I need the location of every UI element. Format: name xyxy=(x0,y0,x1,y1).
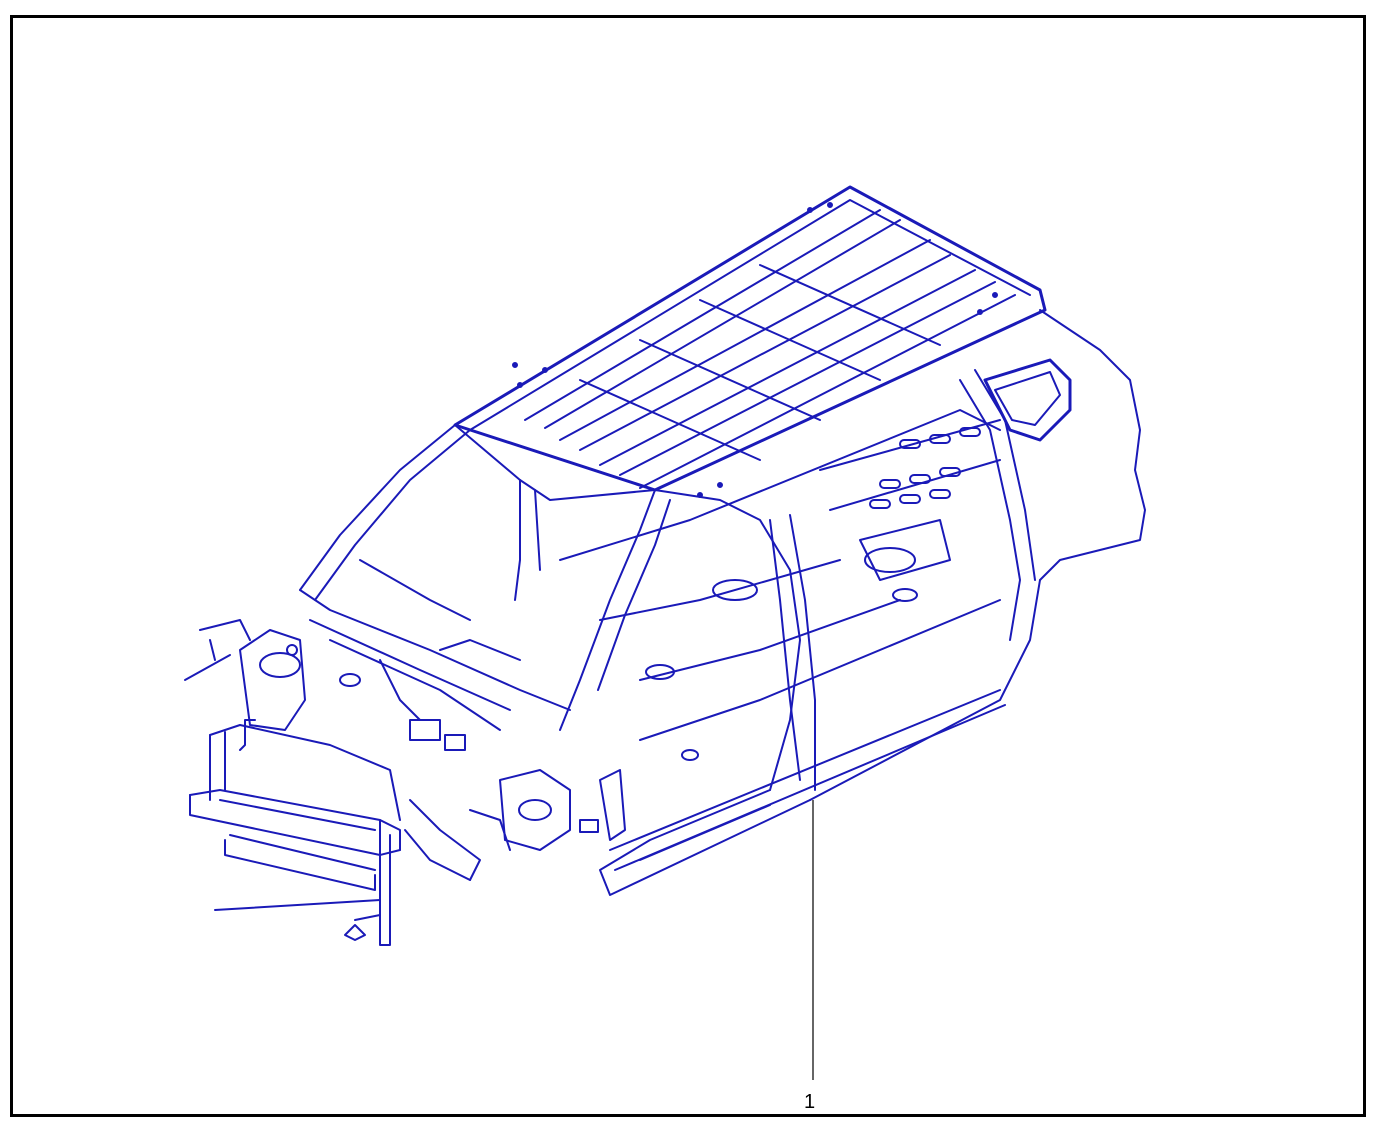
rocker-sill xyxy=(609,689,1006,871)
left-strut-tower xyxy=(184,619,306,731)
right-strut-tower xyxy=(344,769,626,941)
body-in-white-illustration xyxy=(184,185,1146,1080)
windshield-frame xyxy=(299,424,656,621)
front-radiator-support xyxy=(189,719,401,946)
roof-panel xyxy=(453,185,1047,498)
front-cowl xyxy=(299,589,571,751)
floor-pan xyxy=(559,409,1001,761)
callout-number-1: 1 xyxy=(804,1091,816,1113)
